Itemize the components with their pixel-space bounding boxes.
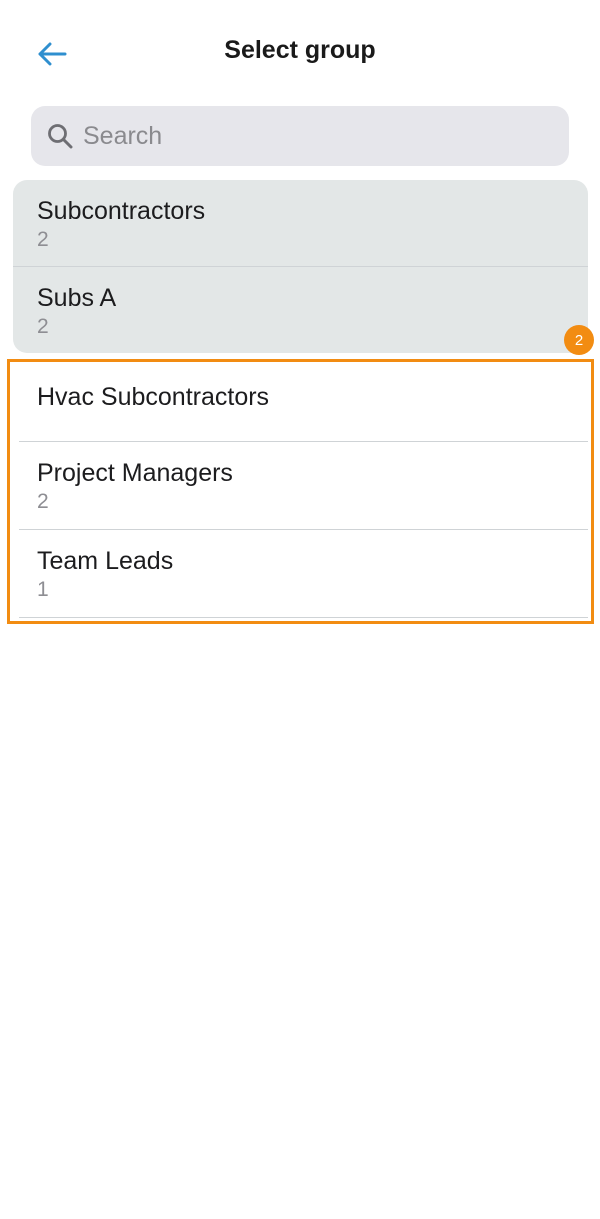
group-member-count: 2 [37, 490, 49, 513]
group-member-count: 1 [37, 578, 49, 601]
search-icon [47, 123, 73, 149]
group-member-count: 2 [37, 228, 49, 251]
group-item-project-managers[interactable]: Project Managers 2 [13, 442, 588, 529]
group-item-subcontractors[interactable]: Subcontractors 2 [13, 180, 588, 266]
group-item-subs-a[interactable]: Subs A 2 [13, 267, 588, 353]
group-item-hvac-subcontractors[interactable]: Hvac Subcontractors [13, 362, 588, 441]
highlight-badge: 2 [564, 325, 594, 355]
group-name: Project Managers [37, 459, 233, 487]
divider [19, 617, 588, 618]
group-name: Hvac Subcontractors [37, 383, 270, 411]
group-name: Subs A [37, 284, 117, 312]
select-group-screen: Select group Subcontractors 2 Subs A 2 H… [0, 0, 600, 1219]
header: Select group [0, 0, 600, 106]
search-bar[interactable] [31, 106, 569, 166]
group-name: Subcontractors [37, 197, 206, 225]
group-member-count: 2 [37, 315, 49, 338]
search-input[interactable] [83, 116, 569, 156]
group-name: Team Leads [37, 547, 174, 575]
page-title: Select group [224, 36, 376, 64]
group-item-team-leads[interactable]: Team Leads 1 [13, 530, 588, 617]
